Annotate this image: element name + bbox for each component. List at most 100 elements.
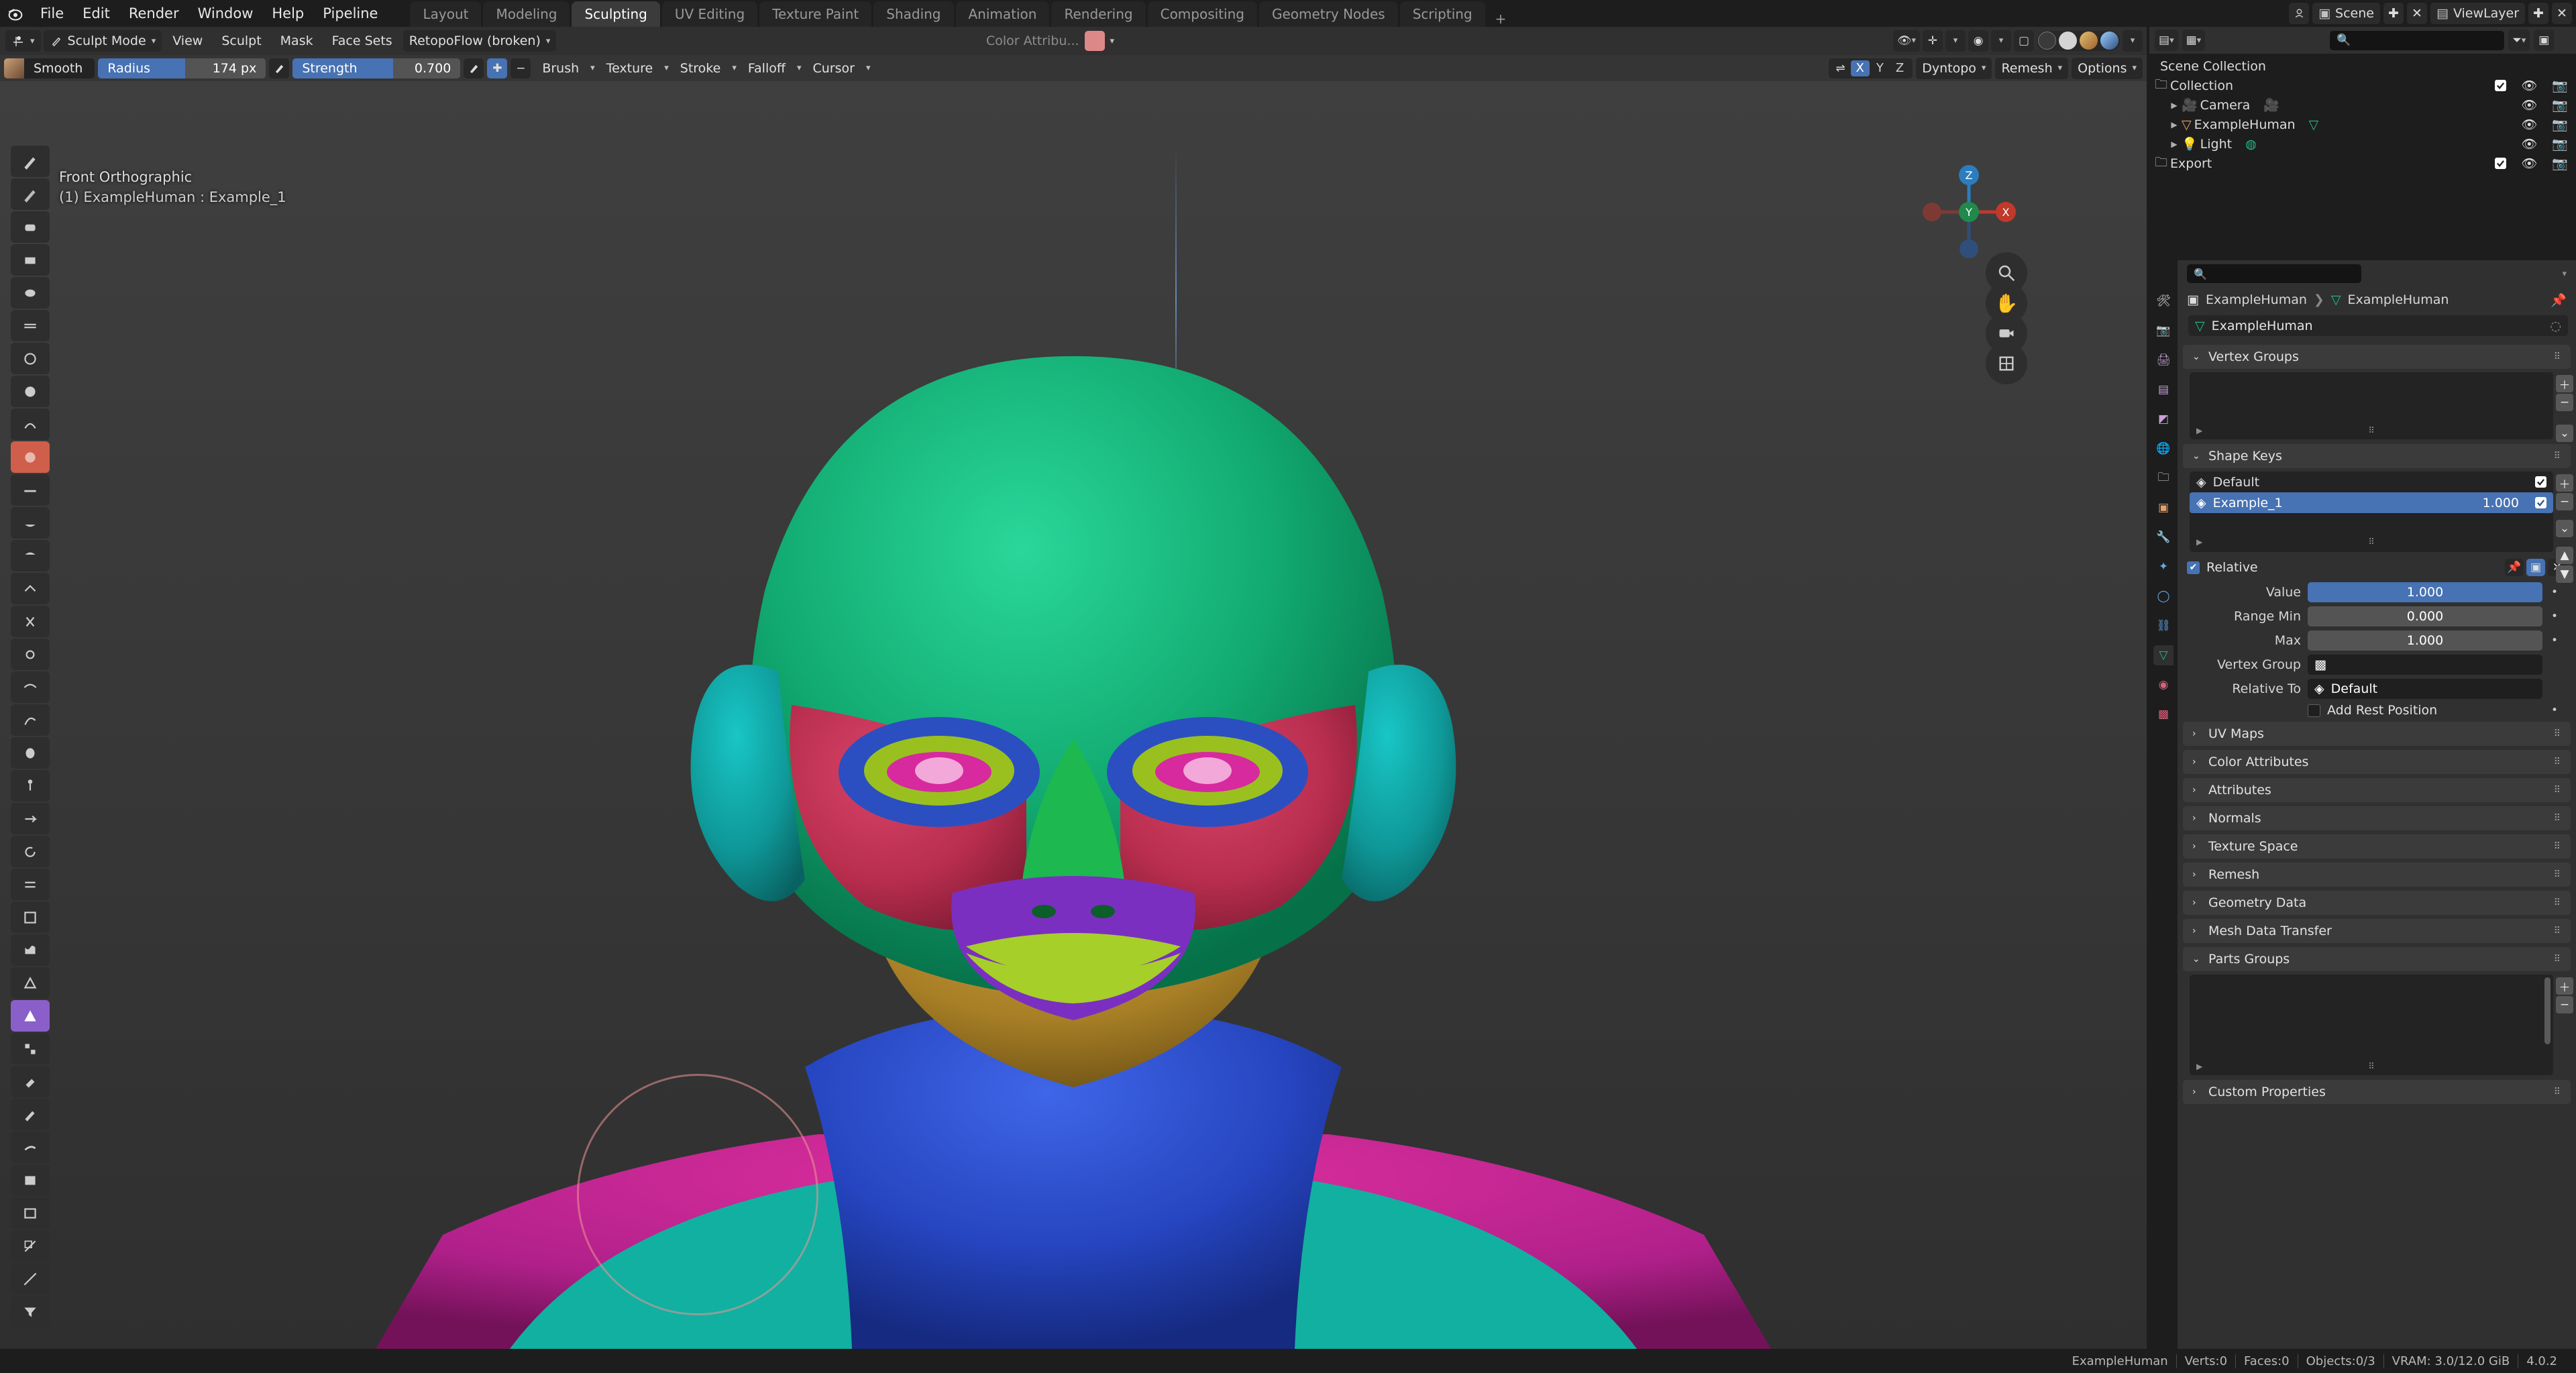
- animate-property-icon[interactable]: •: [2549, 704, 2560, 717]
- tab-world[interactable]: 🌐: [2153, 439, 2174, 459]
- tool-clay-strips[interactable]: [11, 244, 50, 276]
- move-shape-key-down-button[interactable]: ▼: [2556, 565, 2573, 583]
- remove-vertex-group-button[interactable]: −: [2556, 394, 2573, 411]
- add-workspace-button[interactable]: +: [1487, 11, 1515, 27]
- outliner-display-mode-icon[interactable]: ▦ ▾: [2182, 30, 2206, 51]
- menu-mask[interactable]: Mask: [272, 30, 321, 52]
- overlays-toggle[interactable]: ◉: [1968, 30, 1988, 52]
- panel-header-normals[interactable]: › Normals ⠿: [2183, 806, 2571, 830]
- scene-selector[interactable]: ▣ Scene: [2312, 3, 2380, 24]
- remesh-menu[interactable]: Remesh ▾: [1995, 57, 2069, 79]
- tool-pose[interactable]: [11, 770, 50, 802]
- tool-multiplane-scrape[interactable]: [11, 573, 50, 604]
- menu-help[interactable]: Help: [262, 3, 313, 23]
- datablock-name-field[interactable]: ▽ ExampleHuman ◌: [2188, 315, 2568, 336]
- parts-groups-list[interactable]: ▶ ⠿ ＋ −: [2190, 975, 2573, 1075]
- vertex-group-field[interactable]: ▩: [2308, 655, 2542, 675]
- add-rest-position-checkbox[interactable]: [2308, 704, 2320, 717]
- menu-brush[interactable]: Brush: [534, 58, 587, 79]
- breadcrumb-object[interactable]: ExampleHuman: [2206, 292, 2307, 307]
- drag-handle-icon[interactable]: ⠿: [2554, 451, 2561, 461]
- tool-nudge[interactable]: [11, 803, 50, 834]
- tab-compositing[interactable]: Compositing: [1147, 1, 1257, 27]
- tool-box-hide[interactable]: [11, 1197, 50, 1229]
- tool-layer[interactable]: [11, 310, 50, 341]
- tool-inflate[interactable]: [11, 343, 50, 374]
- pin-icon[interactable]: 📌: [2551, 292, 2567, 308]
- dyntopo-menu[interactable]: Dyntopo ▾: [1916, 57, 1992, 79]
- tab-uv-editing[interactable]: UV Editing: [661, 1, 758, 27]
- subtract-brush-direction-button[interactable]: −: [511, 58, 531, 78]
- menu-falloff[interactable]: Falloff: [740, 58, 794, 79]
- rendered-shading-icon[interactable]: [2100, 32, 2118, 50]
- tool-smear[interactable]: [11, 1132, 50, 1163]
- animate-property-icon[interactable]: •: [2549, 586, 2560, 599]
- tool-boundary[interactable]: [11, 901, 50, 933]
- shape-key-enable-checkbox[interactable]: [2535, 476, 2546, 488]
- symmetry-z-button[interactable]: Z: [1890, 60, 1909, 76]
- range-min-field[interactable]: 0.000: [2308, 606, 2542, 626]
- shape-key-enable-checkbox[interactable]: [2535, 497, 2546, 508]
- tool-paint[interactable]: [11, 1099, 50, 1130]
- tab-particles[interactable]: ✦: [2153, 557, 2174, 577]
- grip-icon[interactable]: ⠿: [2368, 426, 2375, 436]
- tool-cloth[interactable]: [11, 934, 50, 966]
- tab-sculpting[interactable]: Sculpting: [572, 1, 660, 27]
- outliner-search-input[interactable]: 🔍: [2330, 30, 2505, 50]
- chevron-down-icon[interactable]: ▾: [2562, 269, 2567, 279]
- visibility-selector[interactable]: 👁 ▾: [1892, 30, 1920, 52]
- eye-icon[interactable]: 👁: [2521, 136, 2537, 152]
- tool-box-trim[interactable]: [11, 1230, 50, 1262]
- camera-icon[interactable]: 📷: [2552, 117, 2568, 132]
- expand-triangle-icon[interactable]: ▶: [2167, 140, 2182, 149]
- tool-slide-relax[interactable]: [11, 869, 50, 900]
- tab-animation[interactable]: Animation: [955, 1, 1050, 27]
- menu-view[interactable]: View: [164, 30, 211, 52]
- camera-icon[interactable]: 📷: [2552, 156, 2568, 171]
- shape-key-specials-button[interactable]: ⌄: [2556, 520, 2573, 537]
- tool-draw-sharp[interactable]: [11, 178, 50, 210]
- camera-icon[interactable]: 📷: [2552, 78, 2568, 93]
- menu-face-sets[interactable]: Face Sets: [324, 30, 400, 52]
- tab-layout[interactable]: Layout: [410, 1, 482, 27]
- eye-icon[interactable]: 👁: [2521, 97, 2537, 113]
- unlink-scene-button[interactable]: ✕: [2406, 3, 2427, 24]
- menu-cursor[interactable]: Cursor: [805, 58, 863, 79]
- drag-handle-icon[interactable]: ⠿: [2554, 1087, 2561, 1097]
- tool-box-mask[interactable]: [11, 1164, 50, 1196]
- menu-sculpt[interactable]: Sculpt: [213, 30, 269, 52]
- tool-pinch[interactable]: [11, 606, 50, 637]
- tool-fill[interactable]: [11, 507, 50, 539]
- add-parts-group-button[interactable]: ＋: [2556, 977, 2573, 995]
- camera-icon[interactable]: 📷: [2552, 97, 2568, 113]
- tab-constraints[interactable]: ⛓: [2153, 616, 2174, 636]
- tool-mask[interactable]: [11, 1000, 50, 1032]
- animate-property-icon[interactable]: •: [2549, 610, 2560, 623]
- tab-shading[interactable]: Shading: [873, 1, 954, 27]
- vertex-groups-list[interactable]: ▶ ⠿ ＋ − ⌄: [2190, 372, 2573, 442]
- xray-toggle[interactable]: ▢: [2014, 30, 2034, 52]
- shield-icon[interactable]: ◌: [2550, 319, 2561, 333]
- tool-mesh-filter[interactable]: [11, 1296, 50, 1327]
- tab-modeling[interactable]: Modeling: [483, 1, 570, 27]
- tab-scripting[interactable]: Scripting: [1399, 1, 1485, 27]
- mesh-data-icon[interactable]: ▽: [2309, 117, 2319, 132]
- tool-thumb[interactable]: [11, 737, 50, 769]
- eye-icon[interactable]: 👁: [2521, 78, 2537, 93]
- toggle-orthographic-button[interactable]: [1986, 343, 2027, 384]
- menu-stroke[interactable]: Stroke: [672, 58, 729, 79]
- grip-icon[interactable]: ⠿: [2368, 1062, 2375, 1072]
- move-shape-key-up-button[interactable]: ▲: [2556, 547, 2573, 564]
- strength-pressure-toggle[interactable]: [464, 58, 484, 78]
- tool-scrape[interactable]: [11, 540, 50, 571]
- outliner-item-export[interactable]: 🗀 Export 👁 📷: [2149, 154, 2576, 173]
- tool-elastic-deform[interactable]: [11, 671, 50, 703]
- properties-search-input[interactable]: 🔍: [2187, 264, 2361, 283]
- material-shading-icon[interactable]: [2080, 32, 2098, 50]
- retopoflow-menu[interactable]: RetopoFlow (broken) ▾: [402, 30, 557, 52]
- tool-draw[interactable]: [11, 146, 50, 177]
- editor-type-selector[interactable]: ▾: [5, 30, 41, 52]
- radius-pressure-toggle[interactable]: [269, 58, 290, 78]
- camera-data-icon[interactable]: 🎥: [2263, 97, 2279, 113]
- navigation-gizmo[interactable]: Y X Z: [1919, 162, 2019, 262]
